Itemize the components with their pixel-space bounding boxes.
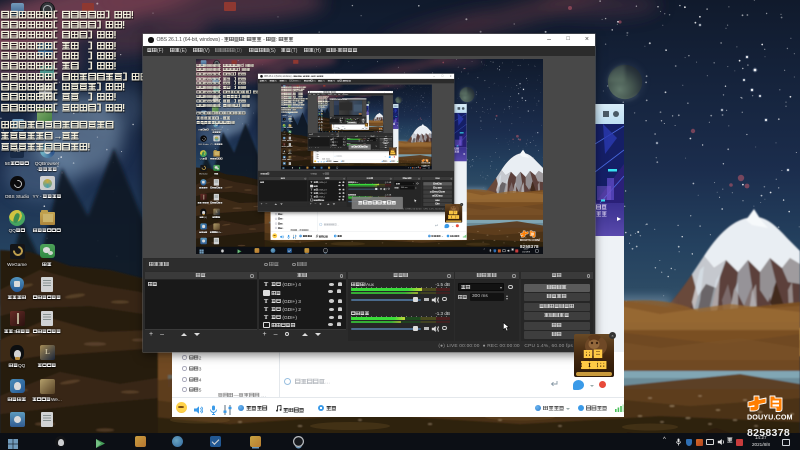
- svg-text:DOUYU.COM: DOUYU.COM: [520, 238, 540, 242]
- svg-text:DOUYU.COM: DOUYU.COM: [747, 413, 793, 422]
- svg-text:DOUYU.COM: DOUYU.COM: [422, 162, 431, 163]
